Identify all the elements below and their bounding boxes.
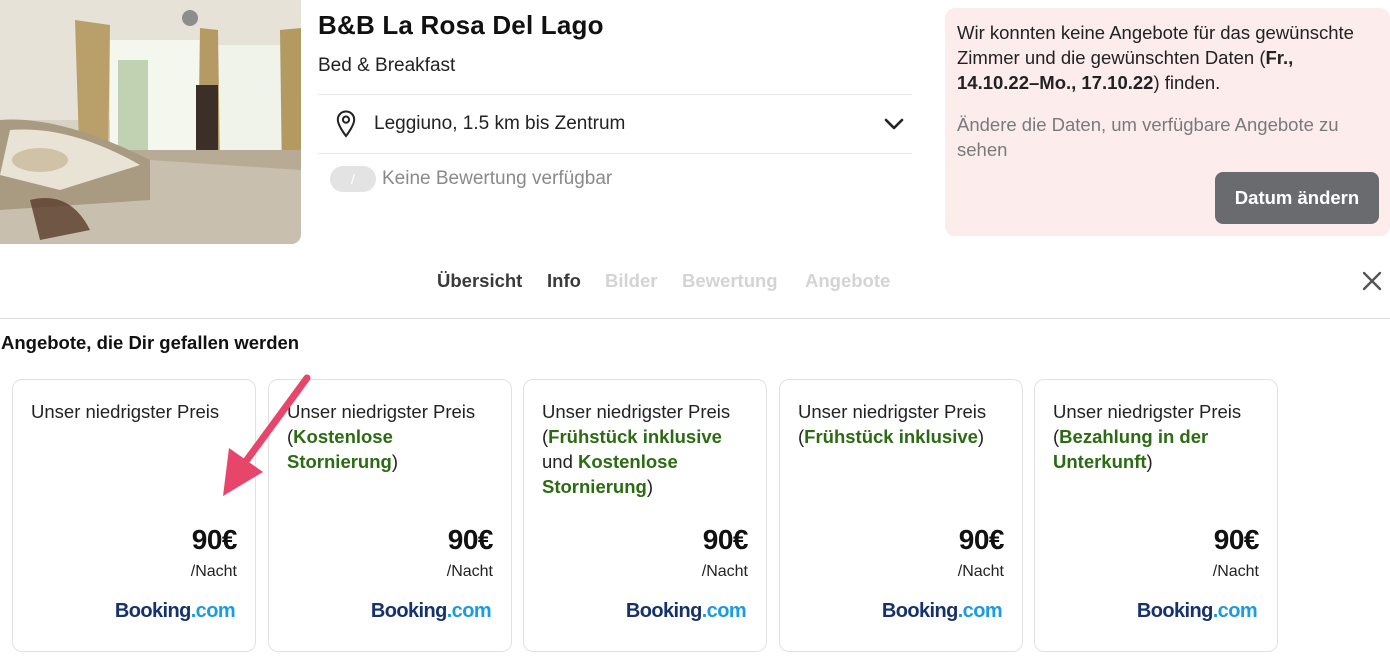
offer-title-text: Unser niedrigster Preis: [798, 401, 987, 422]
paren: ): [977, 426, 985, 447]
offer-title: Unser niedrigster Preis (Frühstück inklus…: [542, 399, 757, 499]
offer-card[interactable]: Unser niedrigster Preis (Bezahlung in der…: [1034, 379, 1278, 652]
offer-feature: Frühstück inklusive: [804, 426, 978, 447]
booking-logo-part: .com: [190, 600, 236, 622]
hotel-photo[interactable]: [0, 0, 301, 244]
booking-logo-part: .com: [1212, 600, 1258, 622]
bedroom-photo-illustration: [0, 0, 301, 244]
offer-title-text: Unser niedrigster Preis: [542, 401, 731, 422]
offer-feature: Bezahlung in der Unterkunft: [1053, 426, 1209, 472]
offer-title-text: Unser niedrigster Preis: [1053, 401, 1242, 422]
offer-price: 90€: [1213, 524, 1260, 555]
price-unit: /Nacht: [1212, 563, 1259, 580]
booking-logo-part: Booking: [114, 600, 191, 622]
rating-badge: /: [330, 166, 376, 192]
notice-message-prefix: Wir konnten keine Angebote für das gewün…: [957, 22, 1354, 68]
conjunction: und: [542, 451, 579, 472]
location-pin-icon: [336, 110, 356, 138]
offer-card[interactable]: Unser niedrigster Preis (Kostenlose Storn…: [268, 379, 512, 652]
notice-hint: Ändere die Daten, um verfügbare Angebote…: [957, 114, 1339, 160]
offer-feature: Frühstück inklusive: [548, 426, 722, 447]
booking-logo-part: Booking: [370, 600, 447, 622]
notice-message: Wir konnten keine Angebote für das gewün…: [957, 20, 1378, 95]
offer-card[interactable]: Unser niedrigster Preis (Frühstück inklus…: [779, 379, 1023, 652]
booking-logo: Booking.com: [881, 600, 1003, 623]
close-icon[interactable]: [1361, 270, 1383, 292]
chevron-down-icon[interactable]: [884, 117, 904, 131]
booking-logo: Booking.com: [625, 600, 747, 623]
section-title: Angebote, die Dir gefallen werden: [1, 332, 300, 353]
offer-card[interactable]: Unser niedrigster Preis (Frühstück inklus…: [523, 379, 767, 652]
no-offers-notice: Wir konnten keine Angebote für das gewün…: [945, 8, 1390, 236]
divider: [0, 318, 1390, 319]
offer-title: Unser niedrigster Preis (Frühstück inklus…: [798, 399, 1013, 449]
booking-logo-part: Booking: [625, 600, 702, 622]
tab-images[interactable]: Bilder: [605, 270, 657, 292]
tab-reviews[interactable]: Bewertung: [682, 270, 778, 292]
booking-logo: Booking.com: [1136, 600, 1258, 623]
price-unit: /Nacht: [190, 563, 237, 580]
offer-title: Unser niedrigster Preis (Bezahlung in der…: [1053, 399, 1268, 474]
offer-title: Unser niedrigster Preis: [31, 399, 246, 424]
offer-price: 90€: [958, 524, 1005, 555]
price-unit: /Nacht: [446, 563, 493, 580]
offer-title: Unser niedrigster Preis (Kostenlose Storn…: [287, 399, 502, 474]
rating-text: Keine Bewertung verfügbar: [382, 168, 613, 189]
tab-offers[interactable]: Angebote: [805, 270, 890, 292]
hotel-type: Bed & Breakfast: [318, 55, 456, 76]
booking-logo-part: Booking: [1136, 600, 1213, 622]
tab-overview[interactable]: Übersicht: [437, 270, 522, 292]
booking-logo-part: .com: [446, 600, 492, 622]
notice-message-suffix: ) finden.: [1153, 72, 1221, 93]
hotel-name: B&B La Rosa Del Lago: [318, 10, 604, 40]
tab-bar: Übersicht Info Bilder Bewertung Angebote: [0, 262, 1390, 304]
change-date-button[interactable]: Datum ändern: [1215, 172, 1379, 224]
location-text: Leggiuno, 1.5 km bis Zentrum: [374, 113, 626, 134]
booking-logo: Booking.com: [114, 600, 236, 623]
tab-info[interactable]: Info: [547, 270, 581, 292]
offer-price: 90€: [191, 524, 238, 555]
offer-feature: Kostenlose Stornierung: [287, 426, 393, 472]
offer-price: 90€: [447, 524, 494, 555]
booking-logo: Booking.com: [370, 600, 492, 623]
paren: ): [1146, 451, 1153, 472]
booking-logo-part: .com: [701, 600, 747, 622]
location-row[interactable]: Leggiuno, 1.5 km bis Zentrum: [318, 95, 912, 153]
paren: ): [391, 451, 399, 472]
offer-price: 90€: [702, 524, 749, 555]
offer-title-text: Unser niedrigster Preis: [31, 401, 220, 422]
rating-row: / Keine Bewertung verfügbar: [330, 166, 612, 192]
price-unit: /Nacht: [957, 563, 1004, 580]
offer-title-text: Unser niedrigster Preis: [287, 401, 476, 422]
divider: [318, 153, 912, 154]
offer-card[interactable]: Unser niedrigster Preis 90€ /Nacht Booki…: [12, 379, 256, 652]
price-unit: /Nacht: [701, 563, 748, 580]
paren: ): [646, 476, 654, 497]
booking-logo-part: .com: [957, 600, 1003, 622]
booking-logo-part: Booking: [881, 600, 958, 622]
